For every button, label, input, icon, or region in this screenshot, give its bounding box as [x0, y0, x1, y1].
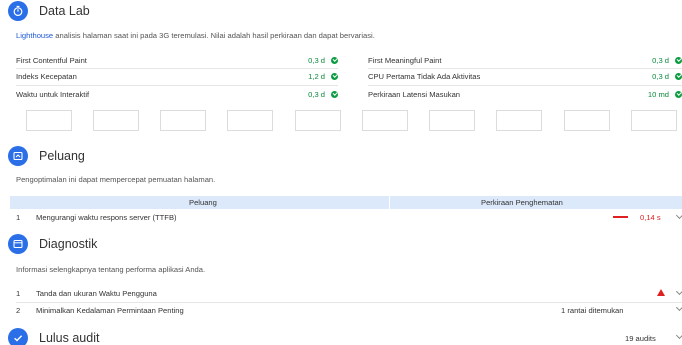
peluang-header: Peluang — [8, 146, 85, 166]
peluang-title: Peluang — [39, 149, 85, 163]
filmstrip-frame — [26, 110, 72, 131]
filmstrip-frame — [362, 110, 408, 131]
metric-value: 0,3 d — [652, 56, 669, 65]
data-lab-title: Data Lab — [39, 4, 90, 18]
metric-speed-index: Indeks Kecepatan 1,2 d — [16, 68, 338, 85]
row-number: 1 — [16, 212, 21, 222]
metric-label: Waktu untuk Interaktif — [16, 90, 90, 99]
metric-value: 1,2 d — [308, 72, 325, 81]
pass-check-icon — [331, 57, 338, 64]
pass-check-icon — [675, 57, 682, 64]
pass-check-icon — [331, 73, 338, 80]
metric-value: 0,3 d — [308, 90, 325, 99]
savings-bar — [613, 216, 628, 218]
column-header-opportunity: Peluang — [189, 198, 217, 207]
metric-value: 0,3 d — [652, 72, 669, 81]
row-number: 2 — [16, 305, 21, 315]
filmstrip-frame — [93, 110, 139, 131]
filmstrip-frame — [631, 110, 677, 131]
data-lab-description-text: analisis halaman saat ini pada 3G teremu… — [53, 31, 375, 40]
metric-label: CPU Pertama Tidak Ada Aktivitas — [368, 72, 481, 81]
metric-value: 10 md — [647, 90, 669, 99]
opportunity-table-header: Peluang Perkiraan Penghematan — [10, 196, 682, 209]
diagnostic-row[interactable]: 1 Tanda dan ukuran Waktu Pengguna — [16, 286, 682, 300]
passed-audits-header[interactable]: Lulus audit — [8, 328, 99, 345]
metric-estimated-input-latency: Perkiraan Latensi Masukan 10 md — [368, 86, 682, 103]
diagnostik-title: Diagnostik — [39, 237, 98, 251]
check-icon — [8, 328, 28, 345]
passed-audits-count: 19 audits — [625, 334, 656, 343]
row-number: 1 — [16, 288, 21, 298]
filmstrip-frame — [295, 110, 341, 131]
metric-first-contentful-paint: First Contentful Paint 0,3 d — [16, 52, 338, 69]
stopwatch-icon — [8, 1, 28, 21]
column-divider — [389, 196, 390, 209]
filmstrip-frame — [564, 110, 610, 131]
metric-first-meaningful-paint: First Meaningful Paint 0,3 d — [368, 52, 682, 69]
data-lab-description: Lighthouse analisis halaman saat ini pad… — [16, 31, 375, 40]
opportunity-row[interactable]: 1 Mengurangi waktu respons server (TTFB) — [16, 210, 682, 224]
diagnostik-description: Informasi selengkapnya tentang performa … — [16, 265, 206, 274]
metric-label: First Contentful Paint — [16, 56, 87, 65]
metric-time-to-interactive: Waktu untuk Interaktif 0,3 d — [16, 86, 338, 103]
filmstrip-frame — [227, 110, 273, 131]
row-label: Tanda dan ukuran Waktu Pengguna — [36, 288, 157, 298]
filmstrip-frame — [429, 110, 475, 131]
chevron-down-icon[interactable] — [675, 331, 682, 340]
column-header-savings: Perkiraan Penghematan — [481, 198, 563, 207]
pass-check-icon — [331, 91, 338, 98]
filmstrip-frame — [160, 110, 206, 131]
metric-label: Indeks Kecepatan — [16, 72, 77, 81]
savings-value: 0,14 s — [640, 213, 661, 222]
data-lab-header: Data Lab — [8, 1, 90, 21]
row-label: Mengurangi waktu respons server (TTFB) — [36, 212, 177, 222]
metric-label: Perkiraan Latensi Masukan — [368, 90, 461, 99]
metric-label: First Meaningful Paint — [368, 56, 442, 65]
warning-triangle-icon — [657, 289, 665, 296]
peluang-description: Pengoptimalan ini dapat mempercepat pemu… — [16, 175, 216, 184]
opportunity-icon — [8, 146, 28, 166]
diagnostics-icon — [8, 234, 28, 254]
filmstrip-frame — [496, 110, 542, 131]
lighthouse-link[interactable]: Lighthouse — [16, 31, 53, 40]
metric-first-cpu-idle: CPU Pertama Tidak Ada Aktivitas 0,3 d — [368, 68, 682, 85]
pass-check-icon — [675, 73, 682, 80]
diagnostik-header: Diagnostik — [8, 234, 97, 254]
row-label: Minimalkan Kedalaman Permintaan Penting — [36, 305, 184, 315]
passed-audits-title: Lulus audit — [39, 331, 100, 345]
pass-check-icon — [675, 91, 682, 98]
metric-value: 0,3 d — [308, 56, 325, 65]
diagnostic-value: 1 rantai ditemukan — [561, 306, 624, 315]
